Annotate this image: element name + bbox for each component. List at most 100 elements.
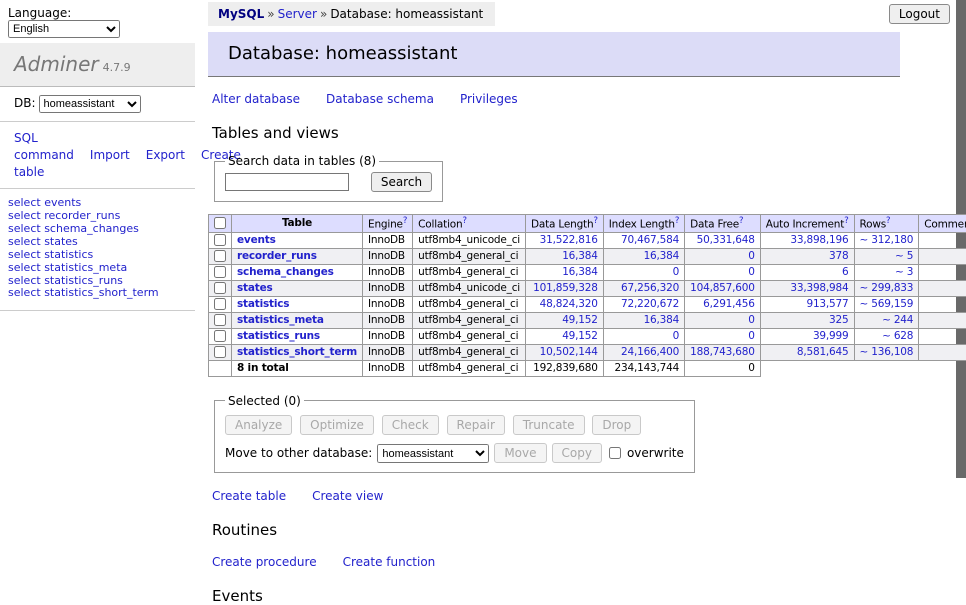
data-free-link[interactable]: 0	[748, 330, 754, 342]
help-icon[interactable]: ?	[462, 216, 466, 226]
table-name-link[interactable]: schema_changes	[237, 266, 334, 278]
table-name-link[interactable]: statistics_short_term	[237, 346, 357, 358]
index-length-link[interactable]: 72,220,672	[621, 298, 679, 310]
row-checkbox[interactable]	[214, 250, 226, 262]
index-length-link[interactable]: 67,256,320	[621, 282, 679, 294]
table-link[interactable]: statistics_short_term	[44, 286, 158, 299]
check-button[interactable]: Check	[382, 415, 439, 435]
table-link[interactable]: statistics_runs	[44, 274, 123, 287]
auto-increment-link[interactable]: 913,577	[806, 298, 848, 310]
data-length-link[interactable]: 31,522,816	[540, 234, 598, 246]
index-length-link[interactable]: 0	[673, 266, 679, 278]
table-link[interactable]: statistics	[44, 248, 93, 261]
db-select[interactable]: homeassistant	[39, 95, 141, 113]
table-name-link[interactable]: events	[237, 234, 276, 246]
analyze-button[interactable]: Analyze	[225, 415, 292, 435]
table-link[interactable]: recorder_runs	[44, 209, 120, 222]
data-free-link[interactable]: 104,857,600	[690, 282, 755, 294]
rows-count-link[interactable]: ~ 136,108	[860, 346, 914, 358]
alter-database-link[interactable]: Alter database	[212, 92, 300, 106]
table-link[interactable]: states	[44, 235, 78, 248]
row-checkbox[interactable]	[214, 330, 226, 342]
privileges-link[interactable]: Privileges	[460, 92, 518, 106]
row-checkbox[interactable]	[214, 314, 226, 326]
data-length-link[interactable]: 16,384	[562, 266, 598, 278]
table-link[interactable]: statistics_meta	[44, 261, 127, 274]
auto-increment-link[interactable]: 8,581,645	[797, 346, 849, 358]
help-icon[interactable]: ?	[675, 216, 679, 226]
search-input[interactable]	[225, 173, 349, 191]
table-name-link[interactable]: statistics_runs	[237, 330, 320, 342]
data-length-link[interactable]: 49,152	[562, 314, 598, 326]
breadcrumb-server-link[interactable]: Server	[278, 7, 317, 21]
select-link[interactable]: select	[8, 248, 41, 261]
help-icon[interactable]: ?	[739, 216, 743, 226]
row-checkbox[interactable]	[214, 282, 226, 294]
rows-count-link[interactable]: ~ 628	[882, 330, 913, 342]
data-length-link[interactable]: 101,859,328	[533, 282, 598, 294]
row-checkbox[interactable]	[214, 266, 226, 278]
data-free-link[interactable]: 188,743,680	[690, 346, 755, 358]
row-checkbox[interactable]	[214, 234, 226, 246]
auto-increment-link[interactable]: 33,398,984	[790, 282, 848, 294]
select-link[interactable]: select	[8, 209, 41, 222]
select-link[interactable]: select	[8, 274, 41, 287]
table-name-link[interactable]: states	[237, 282, 273, 294]
index-length-link[interactable]: 24,166,400	[621, 346, 679, 358]
data-free-link[interactable]: 50,331,648	[697, 234, 755, 246]
overwrite-checkbox[interactable]	[609, 447, 621, 459]
table-name-link[interactable]: recorder_runs	[237, 250, 317, 262]
help-icon[interactable]: ?	[593, 216, 597, 226]
move-button[interactable]: Move	[494, 443, 546, 463]
table-link[interactable]: schema_changes	[44, 222, 139, 235]
rows-count-link[interactable]: ~ 5	[895, 250, 913, 262]
repair-button[interactable]: Repair	[447, 415, 505, 435]
data-free-link[interactable]: 6,291,456	[703, 298, 755, 310]
select-link[interactable]: select	[8, 235, 41, 248]
search-button[interactable]: Search	[371, 172, 432, 192]
row-checkbox[interactable]	[214, 346, 226, 358]
optimize-button[interactable]: Optimize	[300, 415, 374, 435]
sql-command-link[interactable]: SQL command	[14, 131, 74, 162]
rows-count-link[interactable]: ~ 312,180	[860, 234, 914, 246]
auto-increment-link[interactable]: 6	[842, 266, 848, 278]
data-length-link[interactable]: 16,384	[562, 250, 598, 262]
select-link[interactable]: select	[8, 222, 41, 235]
index-length-link[interactable]: 0	[673, 330, 679, 342]
help-icon[interactable]: ?	[844, 216, 848, 226]
database-schema-link[interactable]: Database schema	[326, 92, 434, 106]
create-table-link[interactable]: Create table	[212, 489, 286, 503]
auto-increment-link[interactable]: 378	[829, 250, 848, 262]
rows-count-link[interactable]: ~ 244	[882, 314, 913, 326]
import-link[interactable]: Import	[90, 148, 130, 162]
select-link[interactable]: select	[8, 196, 41, 209]
help-icon[interactable]: ?	[886, 216, 890, 226]
truncate-button[interactable]: Truncate	[513, 415, 585, 435]
language-select[interactable]: English	[8, 20, 120, 38]
rows-count-link[interactable]: ~ 569,159	[860, 298, 914, 310]
copy-button[interactable]: Copy	[552, 443, 602, 463]
data-length-link[interactable]: 48,824,320	[540, 298, 598, 310]
data-length-link[interactable]: 10,502,144	[540, 346, 598, 358]
export-link[interactable]: Export	[146, 148, 185, 162]
index-length-link[interactable]: 16,384	[644, 314, 680, 326]
move-database-select[interactable]: homeassistant	[377, 444, 489, 463]
table-link[interactable]: events	[44, 196, 81, 209]
data-free-link[interactable]: 0	[748, 266, 754, 278]
table-name-link[interactable]: statistics	[237, 298, 289, 310]
select-all-checkbox[interactable]	[214, 217, 226, 229]
auto-increment-link[interactable]: 325	[829, 314, 848, 326]
create-function-link[interactable]: Create function	[343, 555, 436, 569]
help-icon[interactable]: ?	[403, 216, 407, 226]
select-link[interactable]: select	[8, 286, 41, 299]
select-link[interactable]: select	[8, 261, 41, 274]
rows-count-link[interactable]: ~ 299,833	[860, 282, 914, 294]
data-length-link[interactable]: 49,152	[562, 330, 598, 342]
create-view-link[interactable]: Create view	[312, 489, 383, 503]
table-name-link[interactable]: statistics_meta	[237, 314, 324, 326]
index-length-link[interactable]: 16,384	[644, 250, 680, 262]
drop-button[interactable]: Drop	[592, 415, 641, 435]
auto-increment-link[interactable]: 39,999	[813, 330, 849, 342]
rows-count-link[interactable]: ~ 3	[895, 266, 913, 278]
auto-increment-link[interactable]: 33,898,196	[790, 234, 848, 246]
